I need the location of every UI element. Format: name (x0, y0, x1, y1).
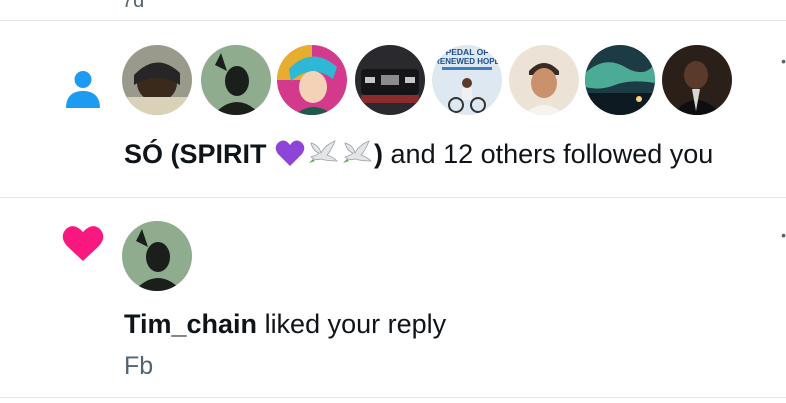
avatar[interactable] (122, 45, 192, 115)
avatar[interactable] (277, 45, 347, 115)
divider (0, 397, 786, 398)
follow-message-rest: and 12 others followed you (383, 139, 714, 169)
more-options-icon[interactable]: • (781, 53, 786, 69)
avatar[interactable] (662, 45, 732, 115)
actor-name[interactable]: SÓ (SPIRIT (124, 139, 267, 169)
svg-text:RENEWED HOPE: RENEWED HOPE (434, 57, 500, 66)
previous-item-fragment: 7d (122, 0, 145, 12)
like-action: liked your reply (257, 309, 447, 339)
svg-text:PEDAL OF: PEDAL OF (446, 47, 489, 57)
reply-text: Fb (124, 352, 154, 380)
actor-name[interactable]: Tim_chain (124, 309, 257, 339)
heart-icon (62, 224, 104, 262)
dove-icon (341, 137, 373, 174)
avatar[interactable]: PEDAL OF RENEWED HOPE (432, 45, 502, 115)
avatar[interactable] (355, 45, 425, 115)
avatar[interactable] (585, 45, 655, 115)
avatar[interactable] (509, 45, 579, 115)
actor-name-end: ) (374, 139, 384, 169)
person-icon (64, 69, 102, 109)
dove-icon (307, 137, 339, 174)
more-options-icon[interactable]: • (781, 227, 786, 243)
purple-heart-icon (275, 139, 305, 174)
follow-notification[interactable]: • PEDAL OF RENEWED HOPE SÓ (SPIRIT) and… (0, 21, 786, 197)
like-notification[interactable]: • Tim_chain liked your reply Fb (0, 197, 786, 397)
like-message: Tim_chain liked your reply (124, 308, 446, 340)
avatar[interactable] (122, 221, 192, 291)
avatar[interactable] (201, 45, 271, 115)
follow-message: SÓ (SPIRIT ) and 12 others followed you (124, 137, 713, 174)
